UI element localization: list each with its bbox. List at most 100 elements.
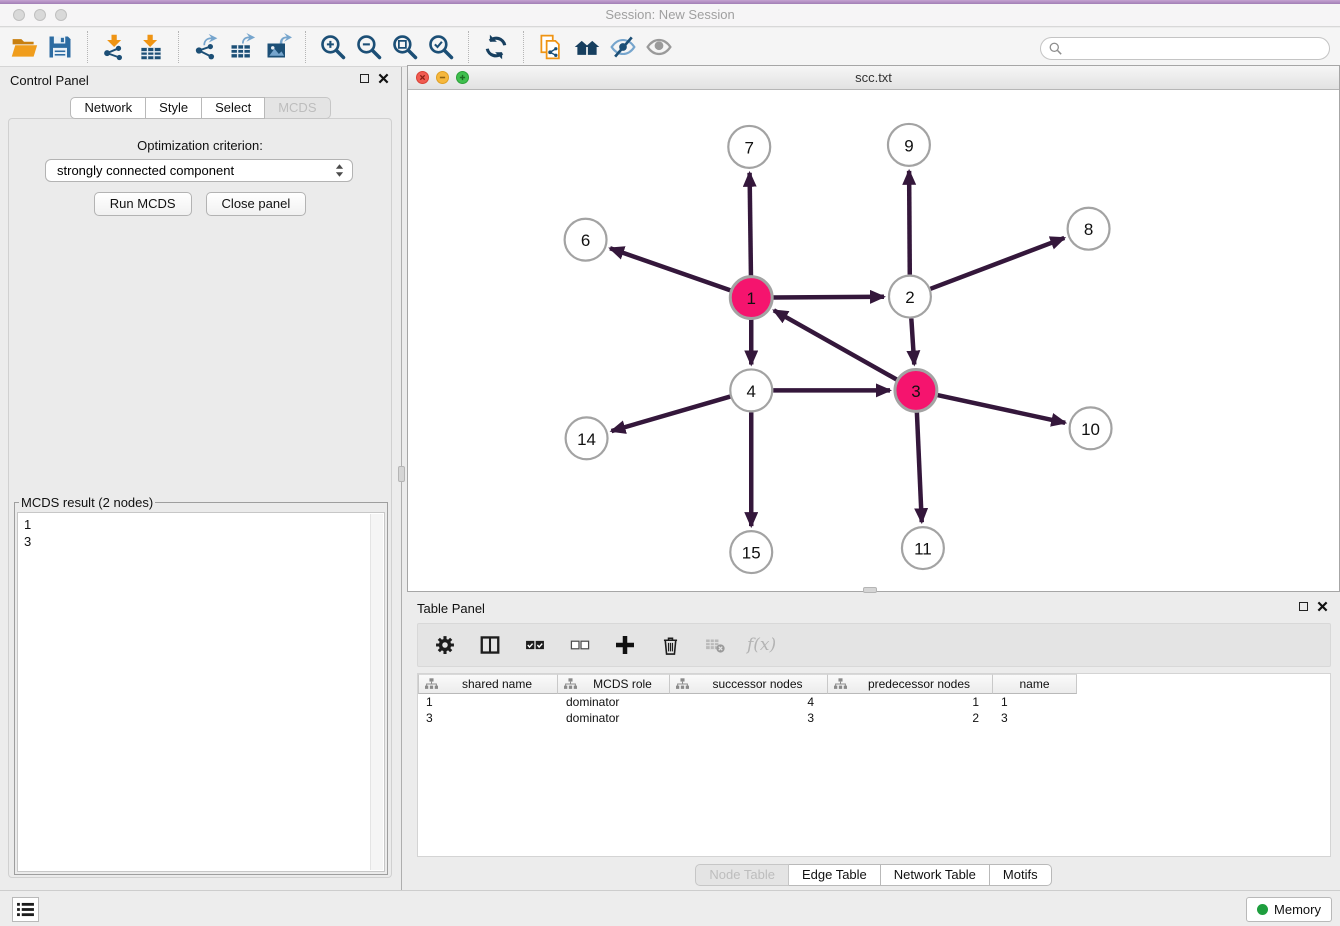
open-session-button[interactable] [6,30,42,64]
memory-status-icon [1257,904,1268,915]
close-panel-button[interactable]: Close panel [206,192,307,216]
refresh-layout-button[interactable] [478,30,514,64]
zoom-out-button[interactable] [351,30,387,64]
column-header-shared-name[interactable]: shared name [418,674,558,694]
show-home-button[interactable] [569,30,605,64]
tab-mcds[interactable]: MCDS [265,97,330,119]
table-panel-float-button[interactable] [1299,602,1308,611]
graph-edge-1-6[interactable] [610,248,730,290]
result-scrollbar[interactable] [370,514,383,870]
table-settings-button[interactable] [432,632,458,658]
add-column-button[interactable] [612,632,638,658]
table-panel-close-icon[interactable] [1317,601,1328,612]
tab-style[interactable]: Style [146,97,202,119]
graph-node-14[interactable]: 14 [566,417,608,459]
zoom-fit-button[interactable] [387,30,423,64]
function-builder-button[interactable]: f(x) [747,635,776,655]
tab-network-table[interactable]: Network Table [881,864,990,886]
graph-edge-1-2[interactable] [773,297,884,298]
export-table-button[interactable] [224,30,260,64]
graph-node-8[interactable]: 8 [1068,208,1110,250]
memory-button[interactable]: Memory [1246,897,1332,922]
graph-node-7[interactable]: 7 [728,126,770,168]
node-table-header: shared name MCDS role successor nodes pr… [418,674,1330,694]
graph-node-4[interactable]: 4 [730,369,772,411]
cell-predecessor-nodes[interactable]: 2 [828,711,993,725]
graph-node-11[interactable]: 11 [902,527,944,569]
search-input[interactable] [1067,42,1317,56]
graph-edge-2-3[interactable] [911,318,914,364]
graph-edge-2-9[interactable] [909,171,910,275]
network-canvas-svg: 7 9 6 8 1 2 4 3 14 10 15 11 [408,90,1339,591]
mcds-result-list[interactable]: 1 3 [17,512,385,872]
zoom-in-button[interactable] [315,30,351,64]
graph-edge-3-10[interactable] [937,395,1065,423]
graph-node-label: 3 [911,382,920,401]
column-header-name[interactable]: name [993,674,1077,694]
graph-node-1[interactable]: 1 [730,277,772,319]
graph-edge-1-7[interactable] [750,173,751,276]
graph-edge-3-11[interactable] [917,412,922,522]
graph-node-10[interactable]: 10 [1070,407,1112,449]
show-columns-button[interactable] [477,632,503,658]
cell-shared-name[interactable]: 3 [418,711,558,725]
zoom-selected-button[interactable] [423,30,459,64]
hide-selected-button[interactable] [605,30,641,64]
column-header-predecessor-nodes[interactable]: predecessor nodes [828,674,993,694]
control-panel-float-button[interactable] [360,74,369,83]
save-session-button[interactable] [42,30,78,64]
table-row[interactable]: 1 dominator 4 1 1 [418,694,1330,710]
graph-node-15[interactable]: 15 [730,531,772,573]
task-history-button[interactable] [12,897,39,922]
panel-splitter-grip[interactable] [398,466,405,482]
graph-node-3[interactable]: 3 [895,369,937,411]
export-image-button[interactable] [260,30,296,64]
select-all-button[interactable] [522,632,548,658]
table-toolbar: f(x) [417,623,1331,667]
column-header-mcds-role[interactable]: MCDS role [558,674,670,694]
save-floppy-icon [46,33,74,61]
network-canvas[interactable]: 7 9 6 8 1 2 4 3 14 10 15 11 [408,90,1339,591]
list-icon [17,902,34,917]
delete-column-button[interactable] [657,632,683,658]
show-hidden-button[interactable] [641,30,677,64]
graph-node-label: 14 [577,430,596,449]
import-table-button[interactable] [133,30,169,64]
network-splitter-grip[interactable] [863,587,877,593]
search-box[interactable] [1040,37,1330,60]
clone-network-button[interactable] [533,30,569,64]
graph-node-6[interactable]: 6 [565,219,607,261]
delete-table-button[interactable] [702,632,728,658]
column-header-successor-nodes[interactable]: successor nodes [670,674,828,694]
tab-motifs[interactable]: Motifs [990,864,1052,886]
cell-name[interactable]: 3 [993,711,1077,725]
table-row[interactable]: 3 dominator 3 2 3 [418,710,1330,726]
cell-name[interactable]: 1 [993,695,1077,709]
control-panel-close-icon[interactable] [378,73,389,84]
network-window-titlebar[interactable]: scc.txt [408,66,1339,90]
graph-edge-4-14[interactable] [611,397,730,432]
control-panel-title: Control Panel [10,73,89,88]
import-network-button[interactable] [97,30,133,64]
graph-node-2[interactable]: 2 [889,276,931,318]
cell-successor-nodes[interactable]: 3 [670,711,828,725]
tab-network[interactable]: Network [70,97,146,119]
tab-edge-table[interactable]: Edge Table [789,864,881,886]
cell-successor-nodes[interactable]: 4 [670,695,828,709]
cell-shared-name[interactable]: 1 [418,695,558,709]
cell-predecessor-nodes[interactable]: 1 [828,695,993,709]
cell-mcds-role[interactable]: dominator [558,711,670,725]
unselect-all-button[interactable] [567,632,593,658]
plus-icon [613,633,637,657]
export-network-button[interactable] [188,30,224,64]
graph-node-9[interactable]: 9 [888,124,930,166]
cell-mcds-role[interactable]: dominator [558,695,670,709]
import-table-icon [137,33,165,61]
mcds-result-group: MCDS result (2 nodes) 1 3 [14,495,388,875]
tab-select[interactable]: Select [202,97,265,119]
graph-edge-3-1[interactable] [774,310,897,379]
graph-edge-2-8[interactable] [930,238,1064,289]
run-mcds-button[interactable]: Run MCDS [94,192,192,216]
optimization-criterion-select[interactable]: strongly connected component [45,159,353,182]
tab-node-table[interactable]: Node Table [695,864,789,886]
